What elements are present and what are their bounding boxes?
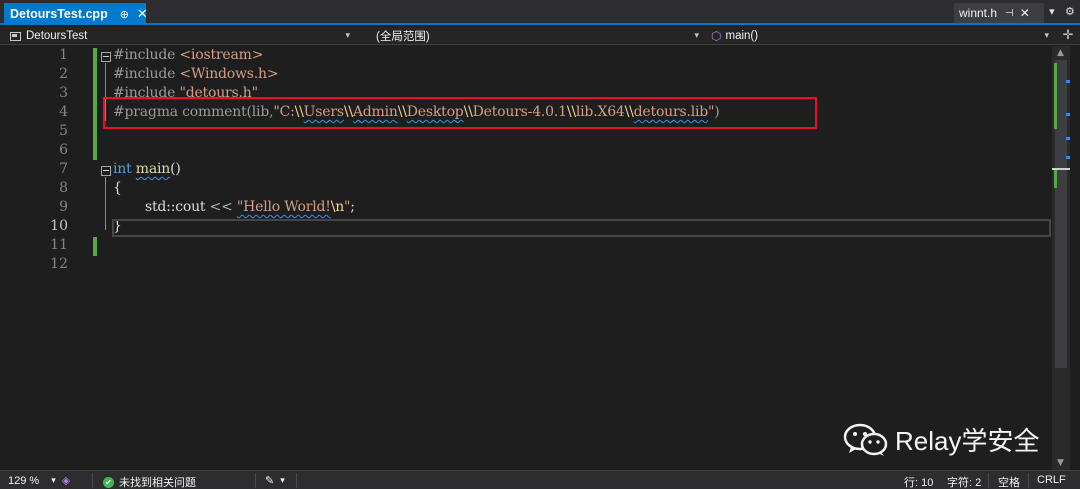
change-marker (1054, 170, 1057, 188)
issue-marker (1066, 113, 1070, 116)
divider (92, 473, 93, 488)
caret-position-marker (1052, 168, 1070, 170)
check-circle-icon: ✔ (103, 476, 114, 488)
divider (1028, 473, 1029, 488)
code-line-8: { (113, 180, 122, 196)
issue-marker (1066, 80, 1070, 83)
line-number: 5 (59, 123, 68, 139)
line-number: 8 (59, 180, 68, 196)
line-position[interactable]: 行: 10 (904, 474, 933, 489)
navigation-bar: DetoursTest ▾ (全局范围) ▾ ⬡ main() ▾ ✛ (0, 27, 1080, 45)
line-number: 6 (59, 142, 68, 158)
wechat-logo-icon (843, 423, 888, 456)
issues-indicator[interactable]: ✔ 未找到相关问题 (103, 474, 196, 489)
line-number-current: 10 (50, 218, 68, 234)
code-line-7: int main() (113, 161, 181, 177)
method-cube-icon: ⬡ (711, 29, 722, 43)
chevron-down-icon: ▾ (1044, 30, 1049, 40)
chevron-down-icon: ▾ (51, 475, 56, 485)
tab-tools: ▾ ⚙ (1044, 5, 1080, 18)
code-line-9: std::cout << "Hello World!\n"; (145, 199, 355, 215)
function-dropdown[interactable]: ⬡ main() ▾ (707, 28, 1053, 44)
code-cleanup-control[interactable]: ✎ ▾ (265, 474, 285, 487)
tab-label: DetoursTest.cpp (10, 7, 108, 21)
tab-winnt-h[interactable]: winnt.h ⊣ ✕ (954, 3, 1044, 23)
scope-dropdown[interactable]: (全局范围) ▾ (358, 28, 703, 44)
document-tab-strip: DetoursTest.cpp ⊕ ✕ winnt.h ⊣ ✕ ▾ ⚙ (0, 0, 1080, 25)
scroll-up-icon[interactable]: ▲ (1057, 48, 1064, 58)
project-name: DetoursTest (26, 30, 88, 42)
chevron-down-icon: ▾ (280, 475, 285, 485)
zoom-level: 129 % (8, 474, 40, 487)
zoom-control[interactable]: 129 % ▾ ◈ (8, 474, 70, 488)
change-marker (1054, 63, 1057, 129)
current-line-highlight (112, 219, 1051, 237)
scope-name: (全局范围) (376, 31, 430, 43)
line-number: 7 (59, 161, 68, 177)
line-number: 1 (59, 47, 68, 63)
watermark: Relay学安全 (843, 421, 1039, 458)
column-position[interactable]: 字符: 2 (947, 474, 981, 489)
code-line-1: #include <iostream> (113, 47, 264, 63)
function-name: main() (725, 30, 759, 42)
pin-icon[interactable]: ⊣ (1005, 8, 1014, 19)
issue-marker (1066, 156, 1070, 159)
tab-label: winnt.h (959, 6, 998, 20)
close-icon[interactable]: ✕ (1020, 6, 1030, 20)
line-number: 2 (59, 66, 68, 82)
project-dropdown[interactable]: DetoursTest ▾ (4, 28, 354, 44)
line-number: 11 (50, 237, 68, 253)
pin-icon[interactable]: ⊕ (120, 8, 129, 21)
chevron-down-icon: ▾ (345, 30, 350, 40)
line-number: 12 (50, 256, 68, 272)
split-window-icon[interactable]: ✛ (1058, 27, 1078, 43)
chevron-down-icon: ▾ (694, 30, 699, 40)
project-icon (10, 31, 21, 41)
brush-icon: ✎ (265, 475, 275, 487)
scroll-down-icon[interactable]: ▼ (1057, 458, 1064, 468)
tab-detourstest-cpp[interactable]: DetoursTest.cpp ⊕ ✕ (4, 3, 148, 25)
divider (988, 473, 989, 488)
divider (296, 473, 297, 488)
line-ending-mode[interactable]: CRLF (1037, 474, 1066, 486)
whitespace-mode[interactable]: 空格 (998, 474, 1020, 489)
copilot-icon[interactable]: ◈ (62, 474, 70, 487)
watermark-text: Relay学安全 (895, 426, 1040, 456)
gear-icon[interactable]: ⚙ (1065, 5, 1075, 18)
line-number: 9 (59, 199, 68, 215)
highlight-annotation-box (103, 97, 817, 129)
divider (255, 473, 256, 488)
issues-text: 未找到相关问题 (119, 477, 196, 489)
line-number: 3 (59, 85, 68, 101)
status-bar: 129 % ▾ ◈ ✔ 未找到相关问题 ✎ ▾ 行: 10 字符: 2 空格 C… (0, 470, 1080, 489)
issue-marker (1066, 137, 1070, 140)
close-icon[interactable]: ✕ (137, 6, 148, 22)
tab-list-dropdown-icon[interactable]: ▾ (1049, 5, 1055, 18)
code-line-2: #include <Windows.h> (113, 66, 279, 82)
line-number: 4 (59, 104, 68, 120)
